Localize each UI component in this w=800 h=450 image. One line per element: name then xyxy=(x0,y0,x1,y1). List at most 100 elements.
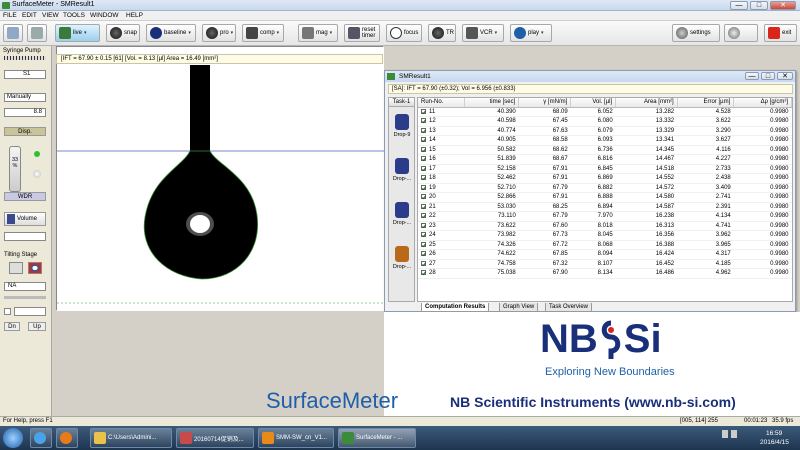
row-checkbox[interactable] xyxy=(421,127,426,133)
taskbar-smm[interactable]: SMM-SW_cn_V1... xyxy=(258,428,334,448)
col-gamma[interactable]: γ [mN/m] xyxy=(518,98,572,108)
row-checkbox[interactable] xyxy=(421,270,426,276)
blank-field[interactable] xyxy=(4,232,46,241)
result-maximize-button[interactable]: □ xyxy=(761,72,775,80)
col-density[interactable]: Δρ [g/cm³] xyxy=(733,98,792,108)
table-row[interactable]: 24 73.982 67.73 8.045 16.356 3.962 0.9980 xyxy=(418,230,792,241)
result-minimize-button[interactable]: — xyxy=(745,72,759,80)
results-grid[interactable]: Run-No. time [sec] γ [mN/m] Vol. [µl] Ar… xyxy=(417,97,793,302)
volume-button[interactable]: Volume xyxy=(4,212,46,226)
taskbar-explorer[interactable]: C:\Users\Admini... xyxy=(90,428,172,448)
result-close-button[interactable]: ✕ xyxy=(777,72,793,80)
down-button[interactable]: Dn xyxy=(4,322,20,331)
table-row[interactable]: 13 40.774 67.63 6.079 13.329 3.290 0.9980 xyxy=(418,126,792,136)
task-item-1[interactable]: Drop-9 xyxy=(389,110,415,154)
minimize-button[interactable]: — xyxy=(730,1,748,10)
row-checkbox[interactable] xyxy=(421,194,426,200)
tilt-value-field[interactable] xyxy=(14,307,46,316)
col-error[interactable]: Error [µm] xyxy=(677,98,735,108)
dispense-button[interactable]: Disp. xyxy=(4,127,46,136)
table-row[interactable]: 27 74.758 67.32 8.107 16.452 4.185 0.9980 xyxy=(418,259,792,269)
table-row[interactable]: 15 50.582 68.62 6.736 14.345 4.116 0.9980 xyxy=(418,145,792,155)
pro-button[interactable]: pro ▾ xyxy=(202,24,236,42)
comp-button[interactable]: comp ▾ xyxy=(242,24,284,42)
focus-button[interactable]: focus xyxy=(386,24,422,42)
col-run-no[interactable]: Run-No. xyxy=(418,98,465,108)
table-row[interactable]: 14 40.905 68.58 6.093 13.341 3.627 0.9980 xyxy=(418,135,792,146)
table-row[interactable]: 20 52.866 67.91 6.888 14.580 2.741 0.9980 xyxy=(418,192,792,203)
task-item-3[interactable]: Drop-... xyxy=(389,198,415,242)
table-row[interactable]: 26 74.622 67.85 8.094 16.424 4.317 0.9980 xyxy=(418,249,792,260)
row-checkbox[interactable] xyxy=(421,118,426,124)
tilt-checkbox[interactable] xyxy=(4,308,11,315)
play-button[interactable]: play ▾ xyxy=(510,24,552,42)
taskbar-ie[interactable] xyxy=(30,428,52,448)
na-select[interactable]: NA xyxy=(4,282,46,291)
drop-image-viewport[interactable] xyxy=(56,46,384,311)
device-button[interactable] xyxy=(724,24,758,42)
tab-graph-view[interactable]: Graph View xyxy=(499,303,539,312)
mag-button[interactable]: mag ▾ xyxy=(298,24,338,42)
row-checkbox[interactable] xyxy=(421,203,426,209)
tab-computation-results[interactable]: Computation Results xyxy=(421,303,490,312)
taskbar-document[interactable]: 20160714促销及... xyxy=(176,428,254,448)
table-row[interactable]: 11 40.390 68.09 6.052 13.282 4.528 0.9980 xyxy=(418,107,792,117)
row-checkbox[interactable] xyxy=(421,213,426,219)
table-row[interactable]: 19 52.710 67.79 6.882 14.572 3.409 0.9980 xyxy=(418,183,792,193)
table-row[interactable]: 25 74.326 67.72 8.068 16.388 3.965 0.9980 xyxy=(418,240,792,250)
network-icon[interactable] xyxy=(722,430,728,438)
exit-button[interactable]: exit xyxy=(764,24,797,42)
row-checkbox[interactable] xyxy=(421,175,426,181)
menu-help[interactable]: HELP xyxy=(126,12,143,19)
vcr-button[interactable]: VCR ▾ xyxy=(462,24,504,42)
volume-icon[interactable] xyxy=(731,430,737,438)
table-row[interactable]: 23 73.622 67.60 8.018 16.313 4.741 0.9980 xyxy=(418,221,792,231)
tool-select-button[interactable] xyxy=(3,24,23,42)
row-checkbox[interactable] xyxy=(421,222,426,228)
close-button[interactable]: ✕ xyxy=(770,1,796,10)
table-row[interactable]: 16 51.839 68.67 6.816 14.467 4.227 0.9980 xyxy=(418,154,792,165)
row-checkbox[interactable] xyxy=(421,156,426,162)
snap-button[interactable]: snap xyxy=(106,24,140,42)
maximize-button[interactable]: □ xyxy=(750,1,768,10)
tilt-rotate-icon[interactable] xyxy=(28,262,42,274)
syringe-select[interactable]: S1 xyxy=(4,70,46,79)
up-button[interactable]: Up xyxy=(28,322,46,331)
row-checkbox[interactable] xyxy=(421,184,426,190)
col-area[interactable]: Area [mm²] xyxy=(615,98,678,108)
table-row[interactable]: 28 75.038 67.90 8.134 16.486 4.962 0.9980 xyxy=(418,268,792,279)
settings-button[interactable]: settings xyxy=(672,24,720,42)
row-checkbox[interactable] xyxy=(421,260,426,266)
col-volume[interactable]: Vol. [µl] xyxy=(570,98,617,108)
mode-select[interactable]: Manually xyxy=(4,93,46,102)
menu-edit[interactable]: EDIT xyxy=(22,12,37,19)
task-item-4[interactable]: Drop-... xyxy=(389,242,415,286)
table-row[interactable]: 17 52.158 67.91 6.845 14.518 2.733 0.9980 xyxy=(418,164,792,174)
tab-task-overview[interactable]: Task Overview xyxy=(545,303,593,312)
row-checkbox[interactable] xyxy=(421,146,426,152)
volume-field[interactable]: 8.8 xyxy=(4,108,46,117)
menu-window[interactable]: WINDOW xyxy=(90,12,119,19)
table-row[interactable]: 21 53.030 68.25 6.894 14.587 2.391 0.9980 xyxy=(418,202,792,212)
taskbar-media[interactable] xyxy=(56,428,78,448)
table-row[interactable]: 12 40.598 67.45 6.080 13.332 3.622 0.9980 xyxy=(418,116,792,127)
taskbar-surfacemeter[interactable]: SurfaceMeter - ... xyxy=(338,428,416,448)
task-item-2[interactable]: Drop-... xyxy=(389,154,415,198)
row-checkbox[interactable] xyxy=(421,251,426,257)
wdr-button[interactable]: WDR xyxy=(4,192,46,201)
tilt-move-icon[interactable] xyxy=(9,262,23,274)
start-button-icon[interactable] xyxy=(3,428,23,448)
row-checkbox[interactable] xyxy=(421,108,426,114)
task-header[interactable]: Task-1 xyxy=(389,98,414,107)
tool-pen-button[interactable] xyxy=(27,24,47,42)
row-checkbox[interactable] xyxy=(421,137,426,143)
row-checkbox[interactable] xyxy=(421,232,426,238)
menu-tools[interactable]: TOOLS xyxy=(63,12,85,19)
menu-file[interactable]: FILE xyxy=(3,12,17,19)
table-row[interactable]: 18 52.462 67.91 6.869 14.552 2.438 0.9980 xyxy=(418,173,792,184)
reset-timer-button[interactable]: reset timer xyxy=(344,24,380,42)
tr-button[interactable]: TR xyxy=(428,24,456,42)
row-checkbox[interactable] xyxy=(421,165,426,171)
row-checkbox[interactable] xyxy=(421,241,426,247)
live-button[interactable]: live ▾ xyxy=(55,24,100,42)
